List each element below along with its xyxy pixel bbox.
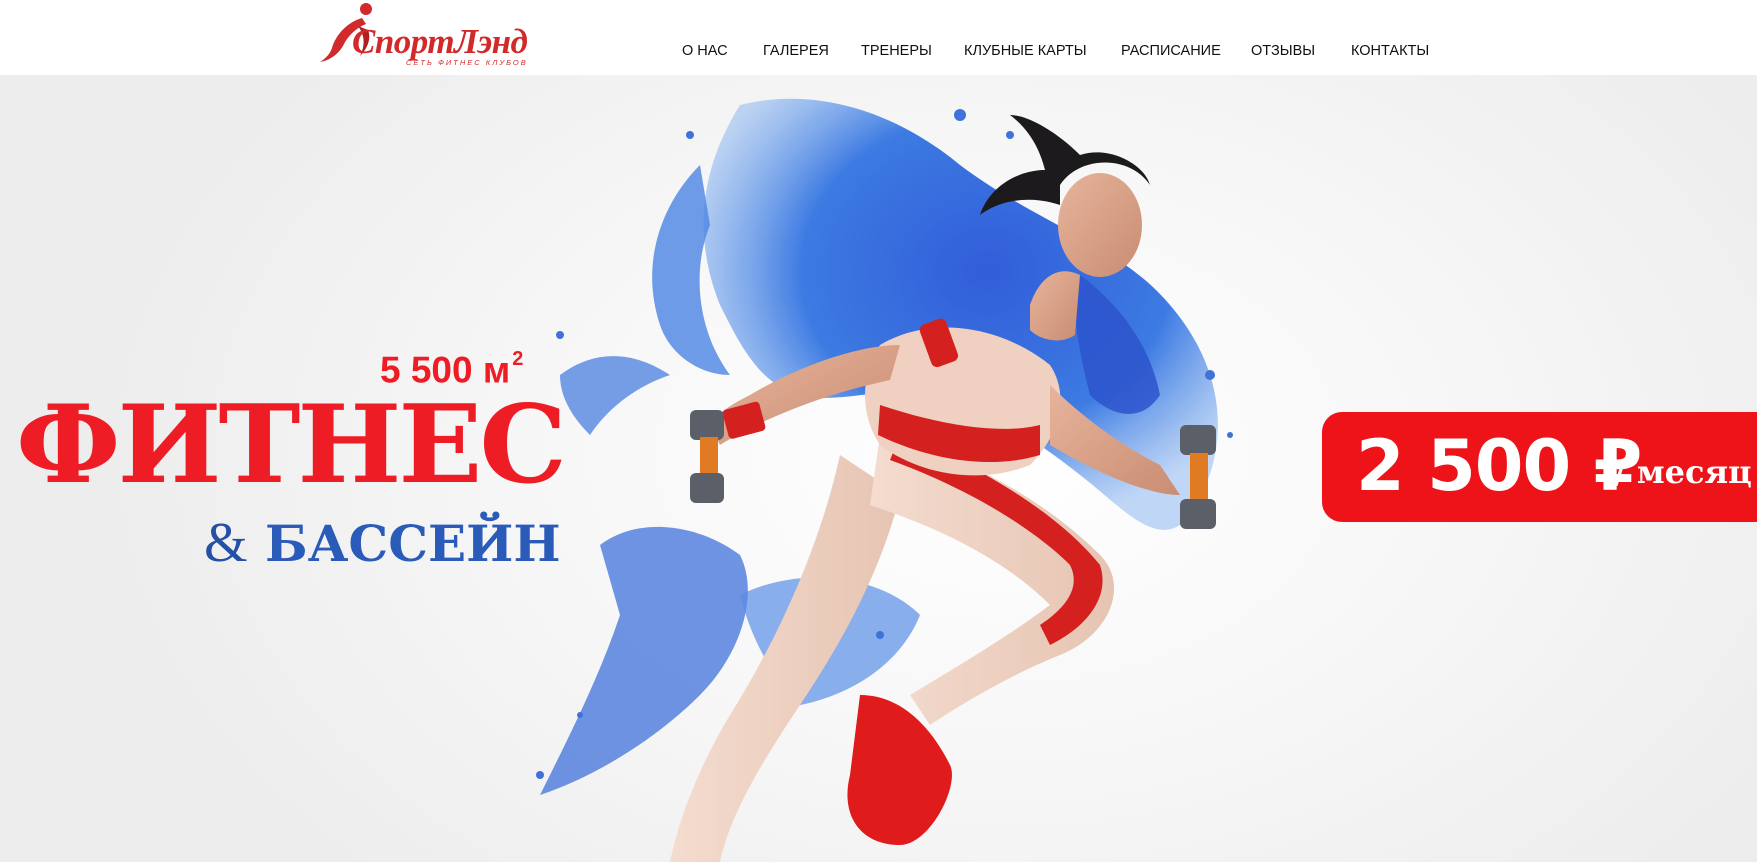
- site-header: СпортЛэнд СЕТЬ ФИТНЕС КЛУБОВ О НАС ГАЛЕР…: [0, 0, 1757, 75]
- hero-title-pool: & БАССЕЙН: [204, 513, 561, 574]
- ampersand: &: [204, 512, 248, 574]
- area-unit-superscript: 2: [512, 348, 524, 370]
- nav-item-schedule[interactable]: РАСПИСАНИЕ: [1121, 41, 1221, 61]
- nav-item-trainers[interactable]: ТРЕНЕРЫ: [861, 41, 932, 61]
- price-period: / месяц: [1614, 453, 1752, 491]
- nav-item-reviews[interactable]: ОТЗЫВЫ: [1251, 41, 1315, 61]
- nav-item-club-cards[interactable]: КЛУБНЫЕ КАРТЫ: [964, 41, 1087, 61]
- main-nav: О НАС ГАЛЕРЕЯ ТРЕНЕРЫ КЛУБНЫЕ КАРТЫ РАСП…: [0, 41, 1757, 61]
- nav-item-about[interactable]: О НАС: [682, 41, 728, 61]
- price-badge[interactable]: 2 500 ₽ / месяц: [1322, 412, 1757, 522]
- price-amount: 2 500 ₽: [1356, 425, 1642, 507]
- hero-title-fitness: ФИТНЕС: [16, 382, 567, 508]
- nav-item-gallery[interactable]: ГАЛЕРЕЯ: [763, 41, 829, 61]
- nav-item-contacts[interactable]: КОНТАКТЫ: [1351, 41, 1429, 61]
- pool-label: БАССЕЙН: [264, 514, 561, 573]
- hero-banner: 5 500 м2 ФИТНЕС & БАССЕЙН 2 500 ₽ / меся…: [0, 75, 1757, 862]
